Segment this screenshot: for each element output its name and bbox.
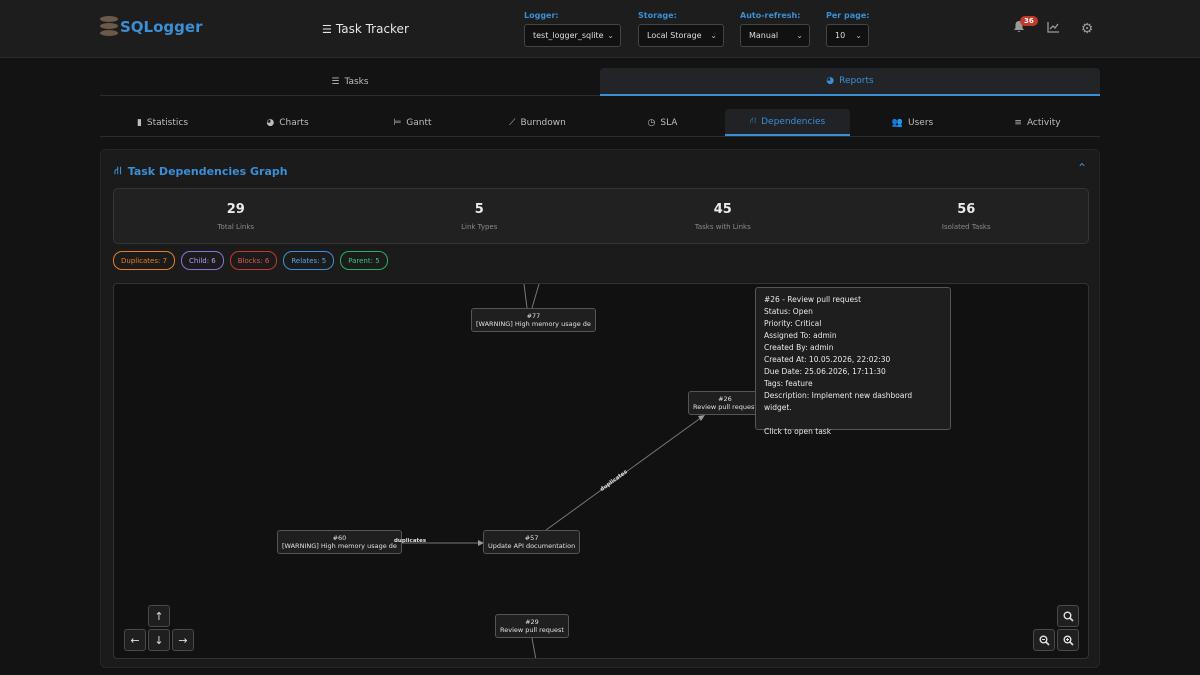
refresh-label: Auto-refresh:	[740, 11, 801, 20]
task-tooltip: #26 - Review pull request Status: Open P…	[755, 287, 951, 436]
list-icon: ≡	[1014, 117, 1022, 128]
storage-control: Storage: Local Storage ⌄	[638, 11, 724, 47]
zoom-out-icon	[1039, 635, 1050, 646]
legend-blocks[interactable]: Blocks: 6	[229, 251, 278, 270]
graph-node-77[interactable]: #77 [WARNING] High memory usage de	[471, 308, 596, 332]
graph-node-29[interactable]: #29 Review pull request	[495, 614, 569, 638]
chevron-down-icon: ⌄	[607, 31, 614, 40]
refresh-select[interactable]: Manual ⌄	[740, 24, 810, 47]
line-chart-icon: ⟋	[509, 117, 516, 128]
gear-icon[interactable]: ⚙	[1078, 20, 1096, 38]
tab-sla[interactable]: ◷ SLA	[600, 109, 725, 136]
users-icon: 👥	[891, 117, 903, 128]
pie-chart-icon: ◕	[826, 76, 835, 86]
legend-parent[interactable]: Parent: 5	[340, 251, 388, 270]
clock-icon: ◷	[647, 117, 656, 128]
refresh-control: Auto-refresh: Manual ⌄	[740, 11, 810, 47]
main-tabs: ☰ Tasks ◕ Reports	[100, 68, 1100, 96]
logo-text: SQLogger	[120, 18, 203, 36]
tab-reports[interactable]: ◕ Reports	[600, 68, 1100, 96]
storage-select[interactable]: Local Storage ⌄	[638, 24, 724, 47]
arrow-up-icon: ↑	[154, 609, 164, 623]
chart-line-icon[interactable]	[1044, 20, 1062, 38]
tab-gantt[interactable]: ⊨ Gantt	[350, 109, 475, 136]
zoom-fit-button[interactable]	[1057, 605, 1079, 627]
edge-line	[523, 284, 528, 309]
tab-users[interactable]: 👥 Users	[850, 109, 975, 136]
dependency-graph[interactable]: #77 [WARNING] High memory usage de #26 R…	[113, 283, 1089, 659]
logger-select[interactable]: test_logger_sqlite ⌄	[524, 24, 621, 47]
gantt-icon: ⊨	[393, 117, 402, 128]
chevron-down-icon: ⌄	[710, 31, 717, 40]
sitemap-icon: ⛙	[114, 164, 122, 177]
pie-chart-icon: ◕	[266, 117, 275, 128]
app-title: ☰ Task Tracker	[322, 22, 409, 36]
tooltip-spacer	[764, 414, 942, 426]
legend-child[interactable]: Child: 6	[181, 251, 224, 270]
graph-node-26[interactable]: #26 Review pull request	[688, 391, 762, 415]
stat-link-types: 5 Link Types	[461, 202, 498, 231]
stat-total-links: 29 Total Links	[217, 202, 255, 231]
pan-left-button[interactable]: ←	[124, 629, 146, 651]
per-page-select[interactable]: 10 ⌄	[826, 24, 869, 47]
arrow-down-icon: ↓	[154, 633, 164, 647]
arrow-right-icon: →	[178, 633, 188, 647]
zoom-in-icon	[1063, 635, 1074, 646]
stats-summary: 29 Total Links 5 Link Types 45 Tasks wit…	[113, 188, 1089, 244]
stat-tasks-with-links: 45 Tasks with Links	[694, 202, 751, 231]
tab-charts[interactable]: ◕ Charts	[225, 109, 350, 136]
logger-label: Logger:	[524, 11, 559, 20]
edge-label: duplicates	[394, 538, 427, 544]
edge-line	[531, 637, 537, 658]
search-icon	[1063, 611, 1074, 622]
per-page-control: Per page: 10 ⌄	[826, 11, 870, 47]
list-check-icon: ☰	[322, 22, 332, 36]
report-tabs: ▮ Statistics ◕ Charts ⊨ Gantt ⟋ Burndown…	[100, 109, 1100, 137]
list-check-icon: ☰	[331, 76, 340, 87]
arrow-left-icon: ←	[130, 633, 140, 647]
tab-dependencies[interactable]: ⛙ Dependencies	[725, 109, 850, 136]
panel-title: ⛙ Task Dependencies Graph	[114, 164, 288, 178]
logo[interactable]: SQLogger	[100, 16, 202, 38]
link-type-legend: Duplicates: 7 Child: 6 Blocks: 6 Relates…	[113, 251, 388, 270]
legend-duplicates[interactable]: Duplicates: 7	[113, 251, 176, 270]
storage-label: Storage:	[638, 11, 677, 20]
tab-burndown[interactable]: ⟋ Burndown	[475, 109, 600, 136]
chevron-down-icon: ⌄	[855, 31, 862, 40]
legend-relates[interactable]: Relates: 5	[283, 251, 335, 270]
logger-control: Logger: test_logger_sqlite ⌄	[524, 11, 621, 47]
tab-activity[interactable]: ≡ Activity	[975, 109, 1100, 136]
database-icon	[100, 16, 118, 38]
stat-isolated-tasks: 56 Isolated Tasks	[941, 202, 991, 231]
tab-statistics[interactable]: ▮ Statistics	[100, 109, 225, 136]
graph-node-60[interactable]: #60 [WARNING] High memory usage de	[277, 530, 402, 554]
chevron-down-icon: ⌄	[796, 31, 803, 40]
dependencies-panel: ⛙ Task Dependencies Graph ⌃ 29 Total Lin…	[100, 149, 1100, 668]
tab-tasks[interactable]: ☰ Tasks	[100, 68, 600, 96]
per-page-label: Per page:	[826, 11, 870, 20]
graph-node-57[interactable]: #57 Update API documentation	[483, 530, 581, 554]
chevron-up-icon[interactable]: ⌃	[1077, 161, 1087, 175]
bar-chart-icon: ▮	[136, 117, 142, 128]
app-header: SQLogger ☰ Task Tracker Logger: test_log…	[0, 0, 1200, 58]
notification-badge: 36	[1020, 16, 1038, 26]
edge-line	[531, 284, 540, 309]
pan-up-button[interactable]: ↑	[148, 605, 170, 627]
arrow-head	[698, 415, 705, 421]
sitemap-icon: ⛙	[749, 116, 757, 126]
zoom-out-button[interactable]	[1033, 629, 1055, 651]
zoom-in-button[interactable]	[1057, 629, 1079, 651]
pan-right-button[interactable]: →	[172, 629, 194, 651]
pan-down-button[interactable]: ↓	[148, 629, 170, 651]
